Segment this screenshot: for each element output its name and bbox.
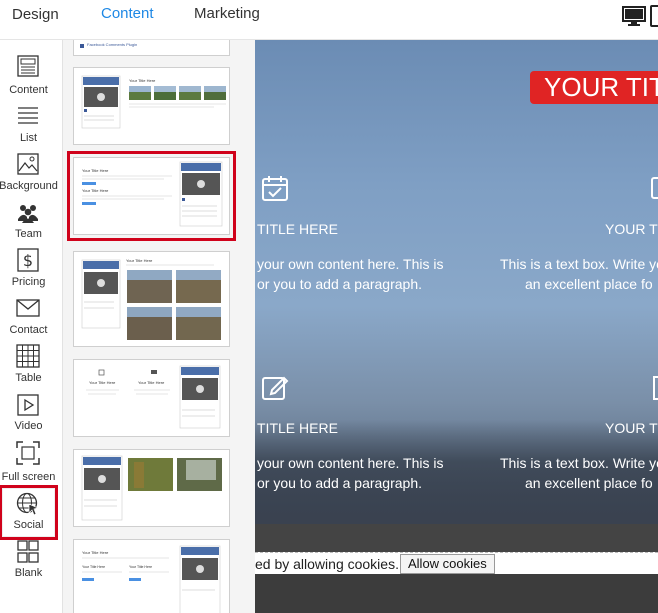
sidebar-item-full-screen[interactable]: Full screen xyxy=(0,441,57,487)
team-icon xyxy=(18,205,38,223)
column-title[interactable]: YOUR T xyxy=(605,420,658,436)
list-icon xyxy=(18,107,38,124)
svg-text:Your Title Here: Your Title Here xyxy=(82,550,109,555)
svg-text:Your Title Here: Your Title Here xyxy=(89,380,116,385)
fullscreen-icon xyxy=(16,441,40,465)
template-thumbnail-list: Facebook Comments Plugin Your Title Here… xyxy=(63,40,255,613)
thumbnail-preview: Your Title Here Your Title Here Your Tit… xyxy=(82,545,221,613)
column-text[interactable]: your own content here. This is xyxy=(257,254,444,274)
sidebar-item-list[interactable]: List xyxy=(0,104,57,150)
sidebar-item-social[interactable]: Social xyxy=(0,485,58,540)
svg-text:$: $ xyxy=(23,251,33,270)
tab-marketing[interactable]: Marketing xyxy=(194,5,260,22)
template-thumbnail[interactable]: Facebook Comments Plugin xyxy=(73,40,230,56)
sidebar-item-label: Team xyxy=(15,228,42,240)
template-thumbnail[interactable]: Your Title Here Your Title Here xyxy=(73,359,230,437)
column-title[interactable]: YOUR T xyxy=(605,221,658,237)
thumbnail-preview: Your Title Here xyxy=(81,75,226,129)
sidebar-item-label: Background xyxy=(0,180,58,192)
sidebar-item-label: Blank xyxy=(14,567,43,579)
column-text[interactable]: This is a text box. Write yo xyxy=(500,254,658,274)
element-sidebar: Content List Background Team $ Pricing C… xyxy=(0,40,63,613)
column-text[interactable]: an excellent place fo xyxy=(525,473,653,493)
sidebar-item-contact[interactable]: Contact xyxy=(0,296,57,342)
template-thumbnail-selected[interactable]: Your Title Here Your Title Here xyxy=(67,151,236,241)
svg-text:Your Title Here: Your Title Here xyxy=(126,258,153,263)
table-icon xyxy=(16,344,40,368)
sidebar-item-label: Contact xyxy=(9,324,48,336)
thumbnail-preview: Your Title Here xyxy=(81,258,221,340)
sidebar-item-blank[interactable]: Blank xyxy=(0,540,57,586)
sidebar-item-label: Content xyxy=(9,84,48,96)
hero-section[interactable]: YOUR TIT TITLE HERE your own content her… xyxy=(255,40,658,524)
envelope-icon xyxy=(16,299,40,317)
template-thumbnail[interactable] xyxy=(73,449,230,527)
sidebar-item-label: Video xyxy=(14,420,43,432)
svg-text:Your Title Here: Your Title Here xyxy=(129,78,156,83)
image-icon xyxy=(651,177,658,199)
sidebar-item-video[interactable]: Video xyxy=(0,393,57,439)
sidebar-item-content[interactable]: Content xyxy=(0,54,57,100)
svg-text:Your Title Here: Your Title Here xyxy=(82,168,109,173)
image-icon xyxy=(17,153,39,175)
allow-cookies-button[interactable]: Allow cookies xyxy=(400,554,495,574)
column-title[interactable]: TITLE HERE xyxy=(257,221,338,237)
dollar-icon: $ xyxy=(17,248,39,272)
template-thumbnail[interactable]: Your Title Here Your Title Here Your Tit… xyxy=(73,539,230,613)
thumbnail-preview xyxy=(81,455,222,521)
svg-text:Your Title Here: Your Title Here xyxy=(82,188,109,193)
thumbnail-preview: Your Title Here Your Title Here xyxy=(82,161,223,227)
facebook-icon xyxy=(80,44,84,48)
blank-grid-icon xyxy=(17,540,39,563)
svg-text:Your Title Here: Your Title Here xyxy=(129,565,152,569)
sidebar-item-label: Social xyxy=(13,519,44,531)
bar-icon xyxy=(653,376,658,400)
tab-design[interactable]: Design xyxy=(12,6,59,23)
calendar-check-icon xyxy=(262,176,288,201)
page-layout-icon xyxy=(17,55,39,77)
edit-icon xyxy=(262,376,289,400)
template-thumbnail[interactable]: Your Title Here xyxy=(73,67,230,145)
column-text[interactable]: or you to add a paragraph. xyxy=(257,274,422,294)
top-tab-bar: Design Content Marketing xyxy=(0,0,658,40)
footer-strip xyxy=(255,574,658,613)
thumbnail-preview: Your Title Here Your Title Here xyxy=(86,365,221,429)
column-text[interactable]: an excellent place fo xyxy=(525,274,653,294)
column-text[interactable]: your own content here. This is xyxy=(257,453,444,473)
sidebar-item-label: Full screen xyxy=(1,471,56,483)
sidebar-item-pricing[interactable]: $ Pricing xyxy=(0,248,57,294)
column-title[interactable]: TITLE HERE xyxy=(257,420,338,436)
tablet-view-icon[interactable] xyxy=(650,5,658,27)
tab-content[interactable]: Content xyxy=(101,5,154,22)
page-preview-canvas[interactable]: YOUR TIT TITLE HERE your own content her… xyxy=(255,40,658,613)
cookie-consent-bar: ed by allowing cookies. Allow cookies xyxy=(255,552,658,574)
sidebar-item-team[interactable]: Team xyxy=(0,201,57,247)
sidebar-item-label: List xyxy=(19,132,38,144)
svg-text:Your Title Here: Your Title Here xyxy=(82,565,105,569)
globe-cursor-icon xyxy=(16,492,40,516)
desktop-view-icon[interactable] xyxy=(622,5,646,27)
thumbnail-caption: Facebook Comments Plugin xyxy=(87,42,138,47)
sidebar-item-table[interactable]: Table xyxy=(0,344,57,390)
play-icon xyxy=(17,394,39,416)
sidebar-item-label: Table xyxy=(15,372,42,384)
hero-title[interactable]: YOUR TIT xyxy=(530,71,658,104)
column-text[interactable]: or you to add a paragraph. xyxy=(257,473,422,493)
cookie-text: ed by allowing cookies. xyxy=(255,556,399,572)
sidebar-item-label: Pricing xyxy=(11,276,46,288)
svg-text:Your Title Here: Your Title Here xyxy=(138,380,165,385)
column-text[interactable]: This is a text box. Write yo xyxy=(500,453,658,473)
sidebar-item-background[interactable]: Background xyxy=(0,152,58,198)
template-thumbnail[interactable]: Your Title Here xyxy=(73,251,230,347)
